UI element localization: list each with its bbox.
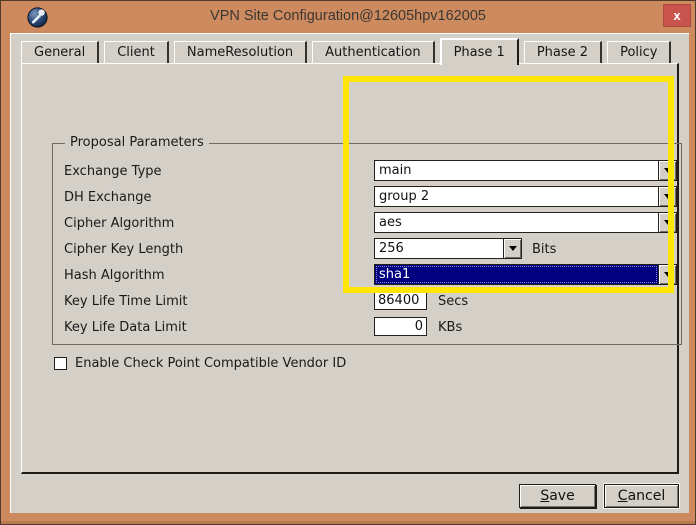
dialog-body: General Client NameResolution Authentica…	[10, 33, 689, 513]
dropdown-arrow-icon[interactable]	[503, 239, 521, 258]
dropdown-arrow-icon[interactable]	[658, 213, 676, 232]
key-life-time-limit-label: Key Life Time Limit	[64, 294, 188, 309]
dropdown-arrow-icon[interactable]	[658, 187, 676, 206]
tab-name-resolution[interactable]: NameResolution	[173, 41, 308, 63]
vendor-id-check-row: Enable Check Point Compatible Vendor ID	[54, 356, 346, 371]
exchange-type-dropdown[interactable]: main	[374, 160, 677, 181]
cancel-button-label: Cancel	[617, 488, 666, 504]
dh-exchange-label: DH Exchange	[64, 190, 152, 205]
key-life-time-input[interactable]	[374, 291, 427, 310]
tab-authentication[interactable]: Authentication	[312, 41, 435, 63]
titlebar[interactable]: VPN Site Configuration@12605hpv162005 x	[2, 1, 694, 33]
dh-exchange-dropdown[interactable]: group 2	[374, 186, 677, 207]
groupbox-title: Proposal Parameters	[65, 135, 209, 150]
secs-unit-label: Secs	[438, 294, 469, 309]
hash-algorithm-label: Hash Algorithm	[64, 268, 165, 283]
tab-client[interactable]: Client	[104, 41, 169, 63]
tab-bar: General Client NameResolution Authentica…	[21, 38, 676, 65]
dropdown-arrow-icon[interactable]	[658, 265, 676, 284]
hash-algorithm-value: sha1	[375, 265, 658, 284]
tab-policy[interactable]: Policy	[607, 41, 672, 63]
dh-exchange-value: group 2	[379, 189, 430, 204]
cipher-key-length-label: Cipher Key Length	[64, 242, 184, 257]
save-button[interactable]: Save	[519, 484, 596, 508]
cancel-button[interactable]: Cancel	[603, 483, 680, 509]
close-icon: x	[673, 8, 681, 23]
hash-algorithm-dropdown[interactable]: sha1	[374, 264, 677, 285]
phase1-tab-panel: Proposal Parameters Exchange Type main D…	[21, 63, 682, 474]
tab-phase-1[interactable]: Phase 1	[439, 38, 519, 65]
key-life-data-limit-label: Key Life Data Limit	[64, 320, 187, 335]
dropdown-arrow-icon[interactable]	[658, 161, 676, 180]
cipher-key-length-value: 256	[379, 241, 404, 256]
vpn-site-configuration-window: VPN Site Configuration@12605hpv162005 x …	[0, 0, 696, 525]
exchange-type-value: main	[379, 163, 412, 178]
vendor-id-checkbox-label[interactable]: Enable Check Point Compatible Vendor ID	[75, 356, 346, 371]
exchange-type-label: Exchange Type	[64, 164, 162, 179]
key-life-data-input[interactable]	[374, 317, 427, 336]
window-title: VPN Site Configuration@12605hpv162005	[210, 8, 486, 24]
save-button-label: Save	[540, 488, 575, 504]
close-button[interactable]: x	[663, 4, 691, 27]
cipher-algorithm-dropdown[interactable]: aes	[374, 212, 677, 233]
cipher-algorithm-label: Cipher Algorithm	[64, 216, 175, 231]
tab-general[interactable]: General	[21, 41, 100, 63]
cipher-key-length-dropdown[interactable]: 256	[374, 238, 522, 259]
cipher-algorithm-value: aes	[379, 215, 402, 230]
vendor-id-checkbox[interactable]	[54, 357, 67, 370]
kbs-unit-label: KBs	[438, 320, 463, 335]
tab-phase-2[interactable]: Phase 2	[523, 41, 603, 63]
bits-unit-label: Bits	[532, 242, 557, 257]
